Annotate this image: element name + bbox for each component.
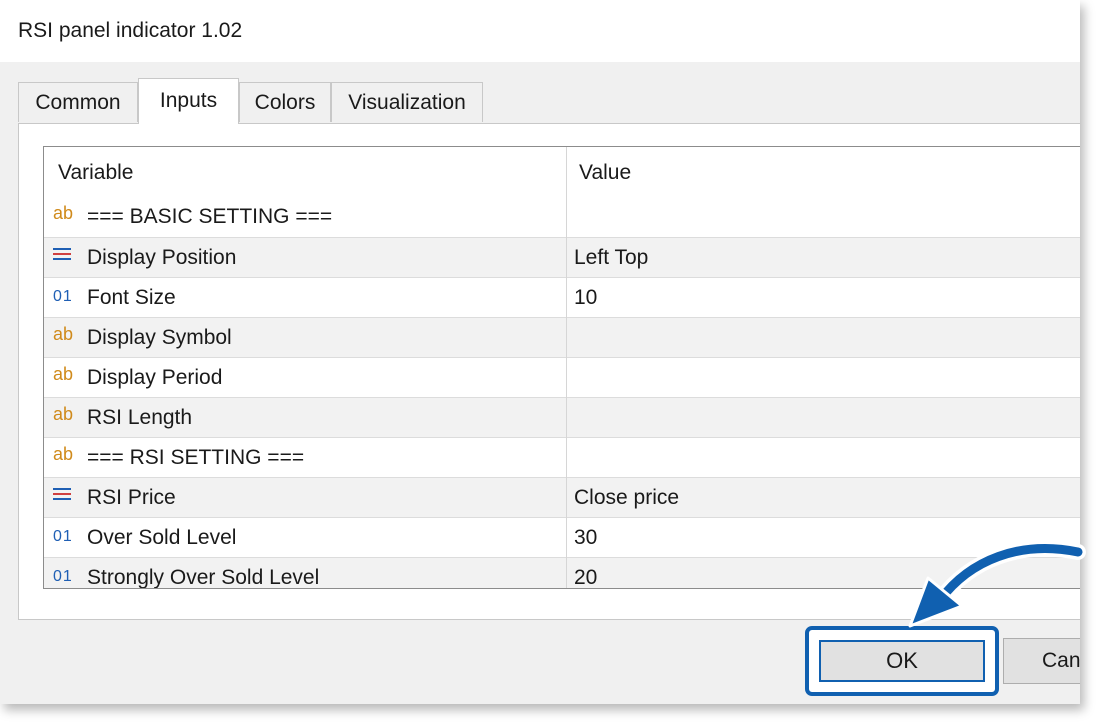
row-variable: Display Position: [87, 246, 237, 269]
table-header: Variable Value: [44, 147, 1080, 197]
row-value[interactable]: Close price: [574, 486, 679, 510]
string-ab-icon: ab: [53, 324, 74, 344]
column-header-value[interactable]: Value: [579, 161, 631, 185]
row-variable: Display Period: [87, 366, 223, 389]
row-variable: === BASIC SETTING ===: [87, 205, 333, 228]
row-variable: RSI Price: [87, 486, 176, 509]
string-ab-icon: ab: [53, 404, 74, 424]
table-row[interactable]: ab Display Symbol: [44, 317, 1080, 357]
row-variable: RSI Length: [87, 406, 193, 429]
table-row[interactable]: ab RSI Length: [44, 397, 1080, 437]
column-divider: [566, 147, 567, 588]
string-ab-icon: ab: [53, 364, 74, 384]
integer-01-icon: 01: [53, 528, 73, 545]
row-value[interactable]: 20: [574, 566, 597, 588]
row-value[interactable]: 10: [574, 286, 597, 310]
window-title: RSI panel indicator 1.02: [18, 19, 243, 42]
tab-visualization[interactable]: Visualization: [331, 82, 483, 122]
table-row[interactable]: RSI Price Close price: [44, 477, 1080, 517]
title-bar: RSI panel indicator 1.02: [0, 0, 1080, 62]
table-row[interactable]: Display Position Left Top: [44, 237, 1080, 277]
row-variable: Font Size: [87, 286, 176, 309]
string-ab-icon: ab: [53, 444, 74, 464]
table-row[interactable]: ab === BASIC SETTING ===: [44, 197, 1080, 237]
enum-list-icon: [53, 248, 77, 270]
inputs-table: Variable Value ab === BASIC SETTING === …: [43, 146, 1080, 589]
tab-common[interactable]: Common: [18, 82, 138, 122]
table-row[interactable]: ab === RSI SETTING ===: [44, 437, 1080, 477]
pointer-arrow-icon: [908, 540, 1086, 628]
table-row[interactable]: ab Display Period: [44, 357, 1080, 397]
string-ab-icon: ab: [53, 203, 74, 223]
cancel-button[interactable]: Can: [1003, 638, 1080, 684]
ok-button[interactable]: OK: [819, 640, 985, 682]
row-variable: Strongly Over Sold Level: [87, 566, 320, 589]
row-variable: Display Symbol: [87, 326, 232, 349]
row-variable: === RSI SETTING ===: [87, 446, 305, 469]
row-variable: Over Sold Level: [87, 526, 237, 549]
integer-01-icon: 01: [53, 288, 73, 305]
enum-list-icon: [53, 488, 77, 510]
column-header-variable[interactable]: Variable: [58, 161, 134, 185]
row-value[interactable]: Left Top: [574, 246, 648, 270]
row-value[interactable]: 30: [574, 526, 597, 550]
tab-colors[interactable]: Colors: [239, 82, 331, 122]
integer-01-icon: 01: [53, 568, 73, 585]
table-row[interactable]: 01 Font Size 10: [44, 277, 1080, 317]
tab-inputs[interactable]: Inputs: [138, 78, 239, 124]
